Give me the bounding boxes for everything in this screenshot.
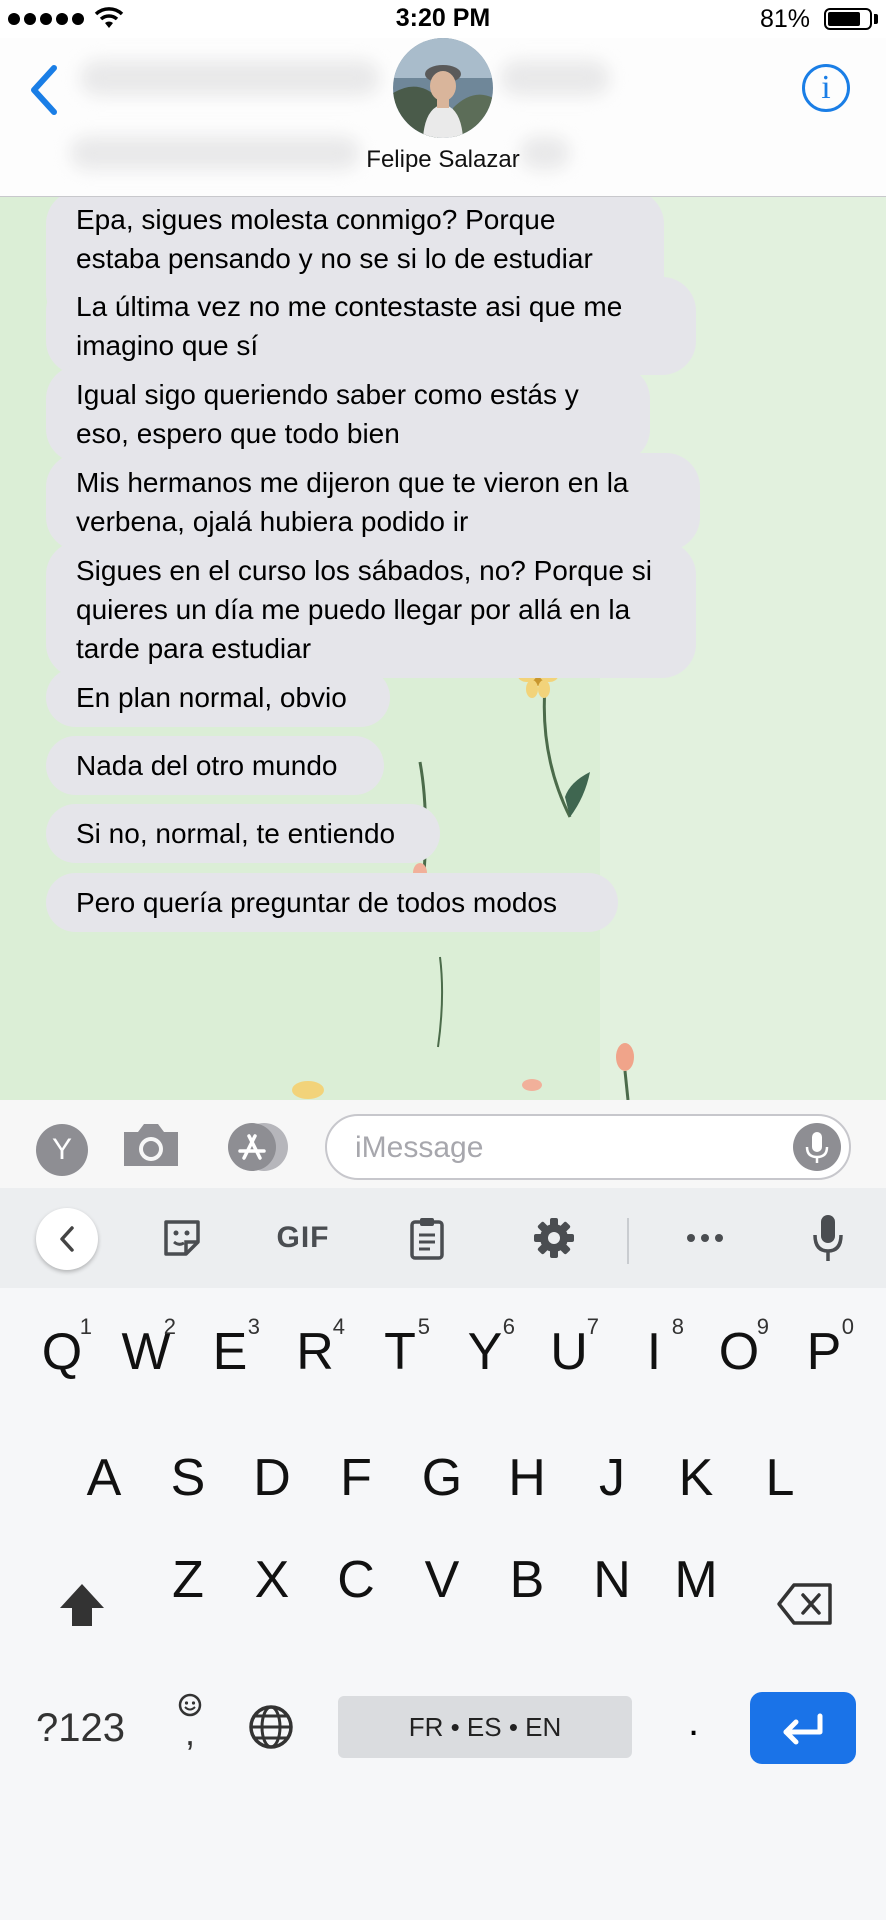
message-bubble[interactable]: Mis hermanos me dijeron que te vieron en… [46, 453, 700, 551]
back-button[interactable] [26, 62, 66, 118]
settings-button[interactable] [530, 1210, 578, 1266]
message-bubble[interactable]: Pero quería preguntar de todos modos [46, 873, 618, 932]
voice-typing-button[interactable] [804, 1210, 852, 1266]
conversation-header: i Felipe Salazar [0, 38, 886, 197]
key-p[interactable]: 0P [794, 1314, 854, 1382]
chevron-left-icon [60, 1226, 74, 1252]
key-v[interactable]: V [412, 1550, 472, 1610]
key-b[interactable]: B [497, 1550, 557, 1610]
message-input-bar: Y iMessage [0, 1100, 886, 1188]
key-n[interactable]: N [582, 1550, 642, 1610]
chevron-left-icon [31, 65, 57, 115]
message-bubble[interactable]: Nada del otro mundo [46, 736, 384, 795]
key-f[interactable]: F [326, 1448, 386, 1508]
key-d[interactable]: D [242, 1448, 302, 1508]
sticker-icon [164, 1220, 200, 1256]
sticker-button[interactable] [156, 1210, 208, 1266]
microphone-icon [813, 1215, 843, 1261]
key-l[interactable]: L [750, 1448, 810, 1508]
blurred-region [80, 60, 380, 96]
message-bubble[interactable]: Sigues en el curso los sábados, no? Porq… [46, 541, 696, 678]
globe-icon[interactable] [246, 1702, 296, 1752]
key-u[interactable]: 7U [539, 1314, 599, 1382]
battery-tip [874, 14, 878, 24]
more-button[interactable] [682, 1210, 728, 1266]
clipboard-icon [410, 1218, 444, 1260]
enter-button[interactable] [750, 1692, 856, 1764]
info-icon: i [821, 69, 831, 106]
key-o[interactable]: 9O [709, 1314, 769, 1382]
status-bar: 3:20 PM 81% [0, 0, 886, 38]
key-j[interactable]: J [582, 1448, 642, 1508]
microphone-icon [805, 1132, 829, 1163]
key-q[interactable]: 1Q [32, 1314, 92, 1382]
shift-icon[interactable] [56, 1580, 108, 1630]
key-c[interactable]: C [326, 1550, 386, 1610]
message-bubble[interactable]: Igual sigo queriendo saber como estás y … [46, 365, 650, 463]
key-a[interactable]: A [74, 1448, 134, 1508]
key-i[interactable]: 8I [624, 1314, 684, 1382]
battery-percentage: 81% [759, 5, 810, 33]
contact-avatar[interactable] [393, 38, 493, 138]
app-circle-y[interactable]: Y [36, 1124, 88, 1176]
contact-name[interactable]: Felipe Salazar [0, 146, 886, 174]
backspace-icon[interactable] [776, 1582, 834, 1626]
key-s[interactable]: S [158, 1448, 218, 1508]
message-bubble[interactable]: En plan normal, obvio [46, 668, 390, 727]
keyboard: 1Q 2W 3E 4R 5T 6Y 7U 8I 9O 0P A S D F G … [0, 1288, 886, 1920]
key-e[interactable]: 3E [200, 1314, 260, 1382]
emoji-comma-key[interactable]: , [170, 1692, 210, 1753]
key-h[interactable]: H [497, 1448, 557, 1508]
enter-arrow-icon [783, 1713, 823, 1745]
comma-label: , [184, 1712, 195, 1753]
avatar-photo [393, 38, 493, 138]
gear-icon [534, 1218, 574, 1258]
period-key[interactable]: . [688, 1700, 699, 1745]
key-m[interactable]: M [666, 1550, 726, 1610]
dictation-button[interactable] [793, 1123, 841, 1171]
keyboard-toolbar: GIF [0, 1188, 886, 1288]
symbols-key[interactable]: ?123 [36, 1706, 125, 1751]
key-k[interactable]: K [666, 1448, 726, 1508]
info-button[interactable]: i [802, 64, 850, 112]
imessage-input[interactable]: iMessage [325, 1114, 851, 1180]
status-time: 3:20 PM [395, 4, 491, 32]
more-horizontal-icon [687, 1234, 723, 1242]
camera-icon[interactable] [120, 1120, 182, 1170]
space-bar[interactable]: FR • ES • EN [338, 1696, 632, 1758]
blurred-region [500, 60, 610, 96]
battery-icon [824, 8, 872, 30]
clipboard-button[interactable] [404, 1210, 450, 1266]
key-x[interactable]: X [242, 1550, 302, 1610]
key-r[interactable]: 4R [285, 1314, 345, 1382]
message-bubble[interactable]: La última vez no me contestaste asi que … [46, 277, 696, 375]
message-bubble[interactable]: Si no, normal, te entiendo [46, 804, 440, 863]
chat-area[interactable]: Epa, sigues molesta conmigo? Porque esta… [0, 197, 886, 1100]
gif-button[interactable]: GIF [272, 1210, 334, 1266]
key-z[interactable]: Z [158, 1550, 218, 1610]
toolbar-back-button[interactable] [36, 1208, 98, 1270]
imessage-placeholder: iMessage [355, 1131, 484, 1164]
toolbar-divider [627, 1218, 629, 1264]
key-t[interactable]: 5T [370, 1314, 430, 1382]
key-g[interactable]: G [412, 1448, 472, 1508]
key-y[interactable]: 6Y [455, 1314, 515, 1382]
app-store-icon[interactable] [220, 1120, 294, 1174]
key-w[interactable]: 2W [116, 1314, 176, 1382]
